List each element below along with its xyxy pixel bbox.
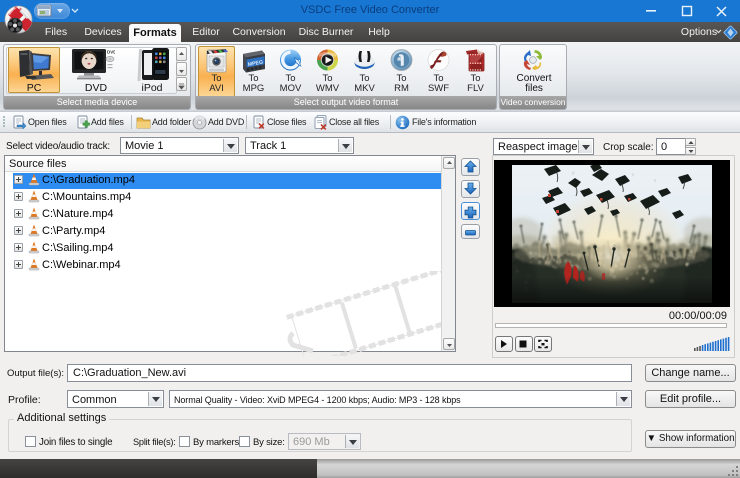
svg-text:DVD: DVD [107, 50, 115, 55]
svg-text:FLV: FLV [477, 49, 484, 54]
